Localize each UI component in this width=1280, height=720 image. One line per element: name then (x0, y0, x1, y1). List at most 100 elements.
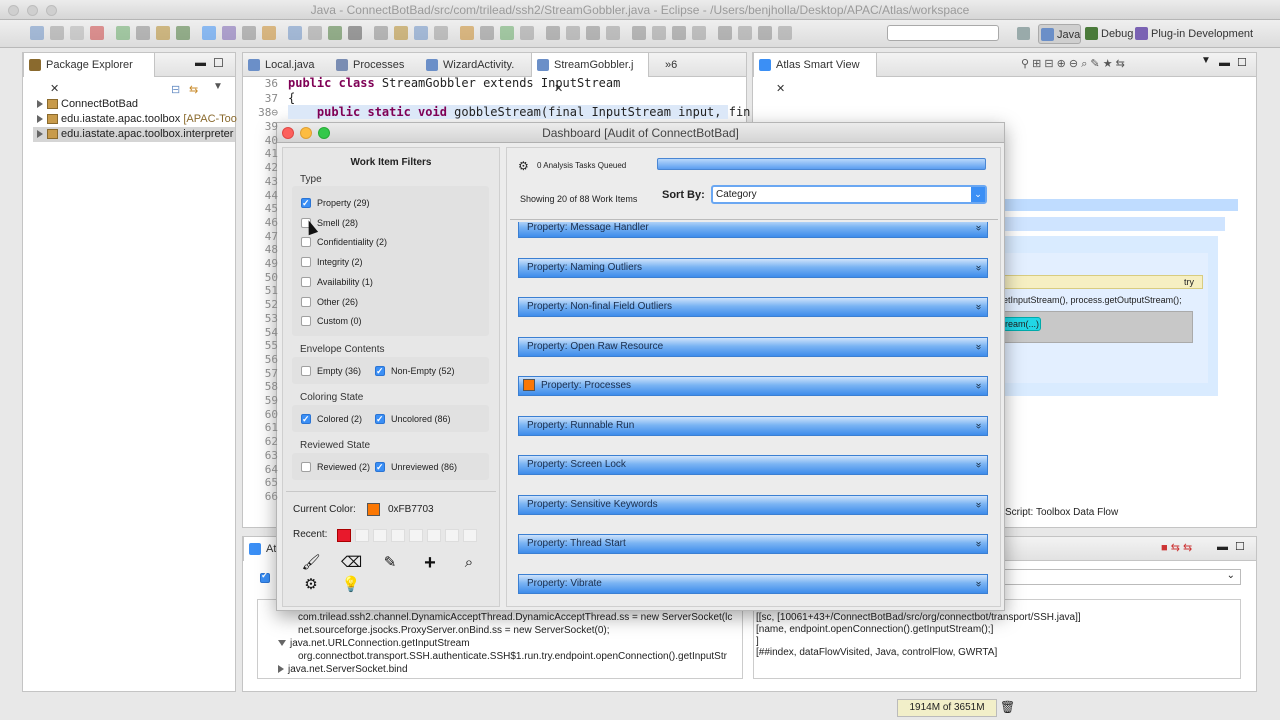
maximize-icon[interactable]: ☐ (1235, 540, 1245, 553)
graph-node[interactable]: ream(...) (1003, 317, 1041, 331)
link-with-editor-icon[interactable]: ⇆ (189, 83, 198, 96)
toolbar-icon[interactable] (90, 26, 104, 40)
work-item-category[interactable]: Property: Naming Outliers » (518, 257, 988, 278)
expand-chevron-icon[interactable]: » (969, 265, 987, 271)
checkbox[interactable] (301, 366, 311, 376)
toolbar-icon[interactable] (262, 26, 276, 40)
recent-color-swatch[interactable] (463, 529, 477, 542)
minimize-window-button[interactable] (27, 5, 38, 16)
maximize-icon[interactable]: ☐ (1237, 56, 1247, 69)
expand-arrow-icon[interactable] (278, 640, 286, 647)
toolbar-icon[interactable] (176, 26, 190, 40)
bottom-toolbar-icons[interactable]: ■ ⇆ ⇆ (1161, 541, 1192, 554)
code-line[interactable]: public class StreamGobbler extends Input… (288, 76, 620, 90)
checkbox[interactable] (301, 276, 311, 287)
toolbar-icon[interactable] (222, 26, 236, 40)
collapse-all-icon[interactable]: ⊟ (171, 83, 180, 96)
heap-status[interactable]: 1914M of 3651M (897, 699, 997, 717)
toolbar-icon[interactable] (778, 26, 792, 40)
toolbar-icon[interactable] (718, 26, 732, 40)
work-item-category[interactable]: Property: Processes » (518, 376, 988, 396)
try-block-node[interactable]: try (1003, 275, 1203, 289)
minimize-icon[interactable]: ▬ (195, 57, 206, 69)
checkbox[interactable] (301, 316, 311, 327)
toolbar-icon[interactable] (738, 26, 752, 40)
sort-by-select[interactable]: Category ⌄ (711, 185, 987, 204)
toolbar-icon[interactable] (308, 26, 322, 40)
expand-chevron-icon[interactable]: » (969, 462, 987, 468)
work-item-category[interactable]: Property: Runnable Run » (518, 415, 988, 436)
filter-checkbox[interactable]: Availability (1) (301, 274, 373, 290)
expand-chevron-icon[interactable]: » (969, 423, 987, 429)
perspective-java[interactable]: Java (1038, 24, 1082, 44)
filter-checkbox[interactable]: Other (26) (301, 294, 358, 310)
toolbar-icon[interactable] (116, 26, 130, 40)
expand-arrow-icon[interactable] (37, 115, 43, 124)
close-icon[interactable]: ✕ (776, 83, 785, 95)
bottom-checkbox[interactable] (260, 570, 270, 583)
filter-checkbox[interactable]: Reviewed (2) (301, 459, 370, 475)
recent-color-swatch[interactable] (355, 529, 369, 542)
toolbar-icon[interactable] (414, 26, 428, 40)
tab-atlas-smart-view[interactable]: Atlas Smart View ✕ (753, 53, 877, 95)
toolbar-icon[interactable] (480, 26, 494, 40)
checkbox[interactable] (301, 462, 311, 472)
tab-package-explorer[interactable]: Package Explorer ✕ (23, 53, 155, 95)
tab-local-java[interactable]: Local.java (243, 53, 329, 77)
expand-chevron-icon[interactable]: » (969, 581, 987, 587)
work-item-category[interactable]: Property: Sensitive Keywords » (518, 494, 988, 515)
tab-overflow[interactable]: »6 (653, 53, 693, 77)
filter-checkbox[interactable]: Non-Empty (52) (375, 363, 455, 379)
code-line[interactable]: public static void gobbleStream(final In… (288, 105, 750, 119)
expand-arrow-icon[interactable] (278, 665, 284, 674)
maximize-icon[interactable]: ☐ (213, 56, 224, 70)
tree-item[interactable]: edu.iastate.apac.toolbox.interpreter (33, 127, 235, 142)
checkbox[interactable] (375, 411, 385, 427)
toolbar-icon[interactable] (520, 26, 534, 40)
results-detail[interactable] (753, 599, 1241, 679)
checkbox[interactable] (301, 195, 311, 211)
filter-checkbox[interactable]: Confidentiality (2) (301, 234, 387, 250)
result-line[interactable]: com.trilead.ssh2.channel.DynamicAcceptTh… (298, 612, 732, 623)
close-window-button[interactable] (282, 127, 294, 139)
toolbar-icon[interactable] (652, 26, 666, 40)
toolbar-icon[interactable] (348, 26, 362, 40)
checkbox[interactable] (301, 296, 311, 307)
toolbar-icon[interactable] (50, 26, 64, 40)
toolbar-icon[interactable] (136, 26, 150, 40)
filter-checkbox[interactable]: Colored (2) (301, 411, 362, 427)
work-item-category[interactable]: Property: Thread Start » (518, 534, 988, 554)
filter-checkbox[interactable]: Property (29) (301, 195, 370, 211)
toolbar-icon[interactable] (586, 26, 600, 40)
zoom-window-button[interactable] (46, 5, 57, 16)
work-item-category[interactable]: Property: Screen Lock » (518, 455, 988, 475)
toolbar-icon[interactable] (328, 26, 342, 40)
result-line[interactable]: java.net.URLConnection.getInputStream (278, 638, 470, 649)
minimize-icon[interactable]: ▬ (1219, 57, 1230, 69)
expand-chevron-icon[interactable]: » (969, 344, 987, 350)
quick-access-input[interactable] (887, 25, 999, 41)
toolbar-icon[interactable] (374, 26, 388, 40)
filter-checkbox[interactable]: Integrity (2) (301, 254, 363, 270)
tree-item[interactable]: ConnectBotBad (37, 97, 138, 112)
filter-checkbox[interactable]: Unreviewed (86) (375, 459, 457, 475)
result-line[interactable]: java.net.ServerSocket.bind (278, 664, 408, 675)
zoom-window-button[interactable] (318, 127, 330, 139)
work-item-category[interactable]: Property: Open Raw Resource » (518, 336, 988, 357)
graph-toolbar-icons[interactable]: ⚲ ⊞ ⊟ ⊕ ⊖ ⌕ ✎ ★ ⇆ (1021, 57, 1125, 71)
toolbar-icon[interactable] (242, 26, 256, 40)
toolbar-icon[interactable] (758, 26, 772, 40)
view-menu-icon[interactable]: ▼ (213, 81, 223, 92)
checkbox[interactable] (375, 459, 385, 475)
open-perspective-button[interactable] (1015, 24, 1033, 44)
filter-checkbox[interactable]: Uncolored (86) (375, 411, 451, 427)
checkbox[interactable] (375, 363, 385, 379)
toolbar-icon[interactable] (156, 26, 170, 40)
result-line[interactable]: net.sourceforge.jsocks.ProxyServer.onBin… (298, 625, 610, 636)
toolbar-icon[interactable] (394, 26, 408, 40)
work-item-category[interactable]: Property: Vibrate » (518, 573, 988, 594)
minimize-window-button[interactable] (300, 127, 312, 139)
checkbox[interactable] (301, 257, 311, 268)
minimize-icon[interactable]: ▬ (1217, 541, 1228, 553)
tab-wizard-activity[interactable]: WizardActivity. (421, 53, 521, 77)
